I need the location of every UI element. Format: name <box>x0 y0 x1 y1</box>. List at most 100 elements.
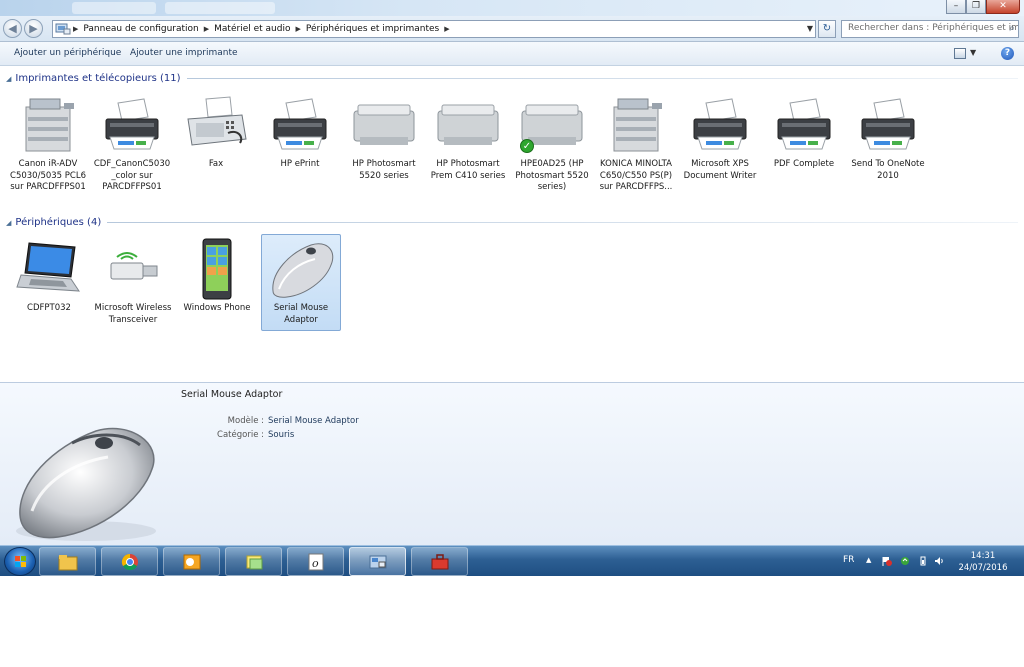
copier-icon <box>12 93 84 157</box>
printer-item[interactable]: Microsoft XPS Document Writer <box>680 93 760 182</box>
control-panel-icon <box>55 23 71 35</box>
taskbar-button-toolbox[interactable] <box>411 547 468 576</box>
mouse-icon <box>16 427 156 541</box>
printer-item[interactable]: Send To OneNote 2010 <box>848 93 928 182</box>
show-hidden-icons-icon[interactable]: ▲ <box>866 556 876 566</box>
search-icon[interactable]: ⌕ <box>1009 23 1015 34</box>
help-icon[interactable]: ? <box>1001 47 1014 60</box>
model-value: Serial Mouse Adaptor <box>268 416 359 426</box>
divider <box>107 222 1018 223</box>
taskbar-button-sticky-notes[interactable] <box>225 547 282 576</box>
search-input[interactable]: Rechercher dans : Périphériques et im...… <box>841 20 1019 38</box>
collapse-triangle-icon[interactable]: ◢ <box>6 219 11 227</box>
printer-icon <box>768 93 840 157</box>
inkjet-printer-icon <box>432 93 504 157</box>
breadcrumb-hardware-sound[interactable]: Matériel et audio <box>214 24 290 34</box>
taskbar-button-devices-printers[interactable] <box>349 547 406 576</box>
printer-label: HP Photosmart 5520 series <box>352 159 416 181</box>
add-printer-button[interactable]: Ajouter une imprimante <box>130 48 238 58</box>
address-dropdown-icon[interactable]: ▼ <box>807 21 813 37</box>
category-value: Souris <box>268 430 295 440</box>
printer-item[interactable]: HP Photosmart Prem C410 series <box>428 93 508 182</box>
minimize-button[interactable]: – <box>946 0 966 14</box>
breadcrumb-separator[interactable]: ▶ <box>444 25 449 33</box>
printers-group-title: Imprimantes et télécopieurs (11) <box>15 73 181 84</box>
back-button[interactable]: ◀ <box>3 19 22 38</box>
devices-printers-icon <box>368 553 388 571</box>
printer-label: HP Photosmart Prem C410 series <box>430 159 506 181</box>
windows-logo-icon <box>15 556 26 567</box>
taskbar-button-chrome[interactable] <box>101 547 158 576</box>
action-center-flag-icon[interactable] <box>882 556 892 566</box>
taskbar-button-onenote[interactable]: o <box>287 547 344 576</box>
devices-group-header[interactable]: ◢ Périphériques (4) <box>6 217 1018 228</box>
device-item[interactable]: Serial Mouse Adaptor <box>261 234 341 331</box>
printer-icon <box>96 93 168 157</box>
device-item[interactable]: CDFPT032 <box>9 237 89 315</box>
printer-item[interactable]: KONICA MINOLTA C650/C550 PS(P) sur PARCD… <box>596 93 676 194</box>
divider <box>186 78 1018 79</box>
device-label: Windows Phone <box>183 303 251 313</box>
devices-group-title: Périphériques (4) <box>15 217 102 228</box>
background-tab <box>165 2 275 14</box>
maximize-button[interactable]: ❐ <box>966 0 986 14</box>
model-label: Modèle : <box>227 416 264 426</box>
clock-time: 14:31 <box>970 551 996 561</box>
printer-label: KONICA MINOLTA C650/C550 PS(P) sur PARCD… <box>599 159 673 192</box>
forward-button[interactable]: ▶ <box>24 19 43 38</box>
close-button[interactable]: ✕ <box>986 0 1020 14</box>
view-dropdown-icon[interactable]: ▼ <box>970 48 976 57</box>
language-indicator[interactable]: FR <box>843 555 854 565</box>
printer-item[interactable]: PDF Complete <box>764 93 844 171</box>
printer-label: Canon iR-ADV C5030/5035 PCL6 sur PARCDFF… <box>10 159 86 192</box>
taskbar-button-outlook[interactable] <box>163 547 220 576</box>
breadcrumb-separator[interactable]: ▶ <box>295 25 300 33</box>
printer-icon <box>852 93 924 157</box>
breadcrumb-separator[interactable]: ▶ <box>204 25 209 33</box>
printers-group-header[interactable]: ◢ Imprimantes et télécopieurs (11) <box>6 73 1018 84</box>
refresh-button[interactable]: ↻ <box>818 20 836 38</box>
command-bar: Ajouter un périphérique Ajouter une impr… <box>0 42 1024 66</box>
category-label: Catégorie : <box>217 430 264 440</box>
printer-item[interactable]: Canon iR-ADV C5030/5035 PCL6 sur PARCDFF… <box>8 93 88 194</box>
change-view-icon[interactable] <box>954 48 966 59</box>
printer-item[interactable]: HP ePrint <box>260 93 340 171</box>
printer-label: Send To OneNote 2010 <box>851 159 925 181</box>
onenote-icon: o <box>306 553 326 571</box>
printer-item[interactable]: ✓ HPE0AD25 (HP Photosmart 5520 series) <box>512 93 592 194</box>
sticky-notes-icon <box>244 553 264 571</box>
printer-icon <box>684 93 756 157</box>
default-printer-check-icon: ✓ <box>520 139 534 153</box>
printer-label: PDF Complete <box>773 159 835 169</box>
add-device-button[interactable]: Ajouter un périphérique <box>14 48 121 58</box>
breadcrumb-devices-printers[interactable]: Périphériques et imprimantes <box>306 24 439 34</box>
printer-icon <box>264 93 336 157</box>
address-bar[interactable]: ▶ Panneau de configuration ▶ Matériel et… <box>52 20 816 38</box>
printer-label: CDF_CanonC5030_color sur PARCDFFPS01 <box>93 159 171 192</box>
fax-icon <box>180 93 252 157</box>
svg-text:o: o <box>312 557 319 570</box>
clock-date: 24/07/2016 <box>958 563 1008 573</box>
usb-transceiver-icon <box>97 237 169 301</box>
details-pane: Serial Mouse Adaptor Modèle : Serial Mou… <box>0 382 1024 545</box>
printer-item[interactable]: Fax <box>176 93 256 171</box>
taskbar-button-explorer[interactable] <box>39 547 96 576</box>
printer-label: Fax <box>208 159 224 169</box>
device-label: CDFPT032 <box>27 303 71 313</box>
printer-label: HPE0AD25 (HP Photosmart 5520 series) <box>515 159 589 192</box>
printer-label: HP ePrint <box>280 159 320 169</box>
volume-icon[interactable] <box>934 556 944 566</box>
outlook-icon <box>182 553 202 571</box>
device-item[interactable]: Windows Phone <box>177 237 257 315</box>
collapse-triangle-icon[interactable]: ◢ <box>6 75 11 83</box>
clock[interactable]: 14:31 24/07/2016 <box>953 550 1013 574</box>
sync-icon[interactable] <box>900 556 910 566</box>
start-button[interactable] <box>4 547 36 576</box>
content-pane: ◢ Imprimantes et télécopieurs (11) Canon… <box>0 67 1024 382</box>
battery-icon[interactable] <box>918 556 928 566</box>
printer-item[interactable]: CDF_CanonC5030_color sur PARCDFFPS01 <box>92 93 172 194</box>
printer-item[interactable]: HP Photosmart 5520 series <box>344 93 424 182</box>
breadcrumb-control-panel[interactable]: Panneau de configuration <box>83 24 198 34</box>
device-item[interactable]: Microsoft Wireless Transceiver <box>93 237 173 326</box>
search-placeholder: Rechercher dans : Périphériques et im... <box>848 23 1019 33</box>
